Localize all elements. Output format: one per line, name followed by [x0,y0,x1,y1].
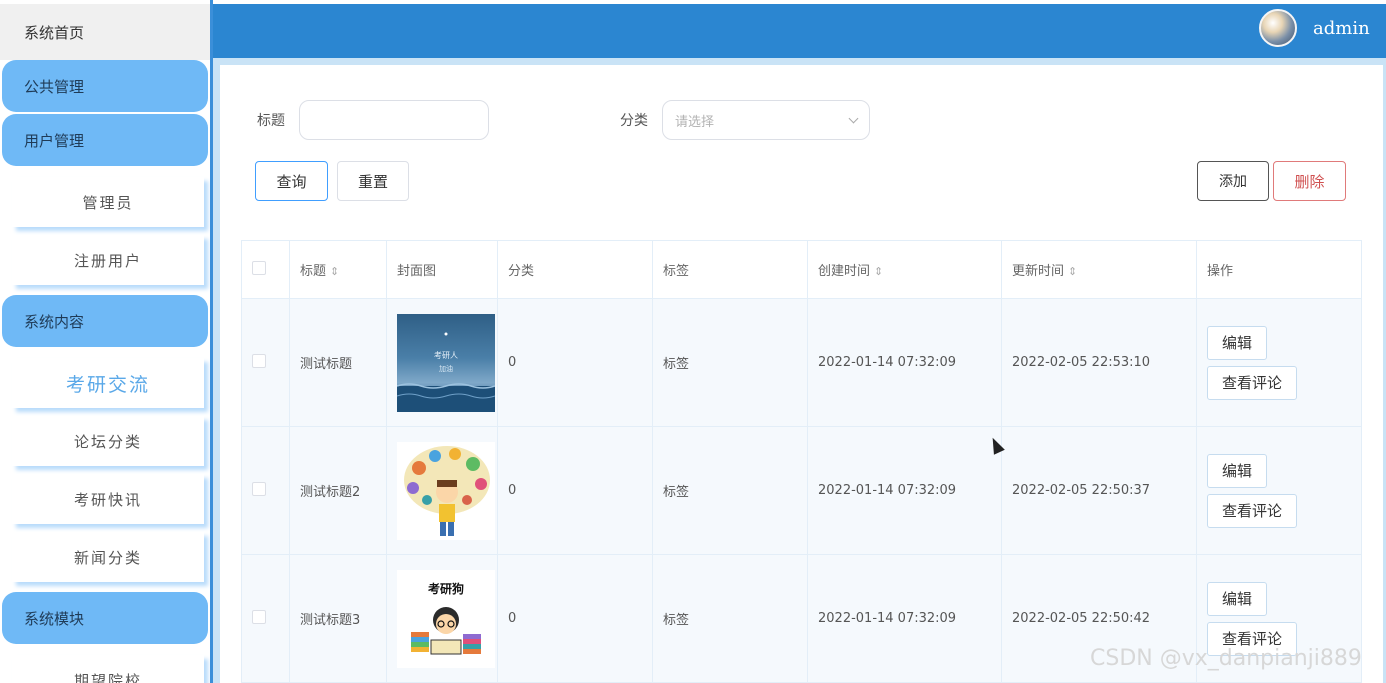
sidebar-item-registered-users[interactable]: 注册用户 [12,235,204,285]
row-title: 测试标题2 [289,426,387,555]
row-tags: 标签 [652,298,808,427]
header-tags: 标签 [652,240,808,299]
row-category: 0 [497,554,653,683]
header-title[interactable]: 标题 ⇕ [289,240,387,299]
sidebar-item-forum-category[interactable]: 论坛分类 [12,416,204,466]
reset-button[interactable]: 重置 [337,161,409,201]
header-actions: 操作 [1196,240,1362,299]
select-all-checkbox[interactable] [252,260,266,275]
table-row: 测试标题 考研人 加油 0 标签 2022-01-14 07:32:09 202… [241,298,1362,427]
sidebar-item-admin[interactable]: 管理员 [12,177,204,227]
row-title: 测试标题3 [289,554,387,683]
sidebar-group-module[interactable]: 系统模块 [2,592,208,644]
row-tags: 标签 [652,426,808,555]
sidebar-item-target-school[interactable]: 期望院校 [12,655,204,683]
title-search-input[interactable] [299,100,489,140]
row-cover: 考研人 加油 [386,298,498,427]
delete-button[interactable]: 删除 [1273,161,1346,201]
header-created[interactable]: 创建时间 ⇕ [807,240,1002,299]
category-select[interactable]: 请选择 [662,100,870,140]
watermark: CSDN @vx_danpianji889 [1090,646,1362,671]
chevron-down-icon [848,113,859,124]
sidebar-group-public[interactable]: 公共管理 [2,60,208,112]
table-row: 测试标题2 0 标签 2022-01-14 07:32:09 2022-02-0… [241,426,1362,555]
row-tags: 标签 [652,554,808,683]
top-header: admin [213,4,1386,58]
sidebar-item-news-category[interactable]: 新闻分类 [12,532,204,582]
row-category: 0 [497,426,653,555]
content-panel: 标题 分类 请选择 查询 重置 添加 删除 标题 ⇕ 封面图 分类 标签 创建时… [220,65,1383,683]
sort-icon[interactable]: ⇕ [874,265,883,278]
row-created: 2022-01-14 07:32:09 [807,554,1002,683]
header-category: 分类 [497,240,653,299]
row-select-cell[interactable] [241,426,290,555]
sea-wave-graphic [397,332,495,412]
header-updated-label: 更新时间 [1012,264,1065,279]
sidebar-group-content[interactable]: 系统内容 [2,295,208,347]
sort-icon[interactable]: ⇕ [1068,265,1077,278]
data-table: 标题⇕ 封面图 分类 标签 创建时间⇕ 更新时间⇕ 操作 测试标题 考研人 [241,240,1362,683]
sidebar-item-news-flash[interactable]: 考研快讯 [12,474,204,524]
sidebar-home[interactable]: 系统首页 [0,4,210,60]
username[interactable]: admin [1313,18,1370,39]
row-checkbox[interactable] [252,481,266,496]
row-updated: 2022-02-05 22:53:10 [1001,298,1197,427]
title-search-label: 标题 [257,113,285,129]
studying-student-illustration [411,606,481,654]
table-header-row: 标题 ⇕ 封面图 分类 标签 创建时间 ⇕ 更新时间 ⇕ 操作 [241,240,1362,299]
thinking-student-illustration [404,445,490,536]
cover-image: 考研狗 [397,569,495,668]
sidebar-group-user[interactable]: 用户管理 [2,114,208,166]
view-comments-button[interactable]: 查看评论 [1207,365,1298,400]
header-title-label: 标题 [300,264,327,279]
category-label: 分类 [620,113,648,129]
view-comments-button[interactable]: 查看评论 [1207,493,1298,528]
main-area: 标题 分类 请选择 查询 重置 添加 删除 标题 ⇕ 封面图 分类 标签 创建时… [213,58,1386,683]
add-button[interactable]: 添加 [1197,161,1269,201]
row-checkbox[interactable] [252,353,266,368]
edit-button[interactable]: 编辑 [1207,453,1268,488]
row-cover [386,426,498,555]
sidebar-item-exchange[interactable]: 考研交流 [12,358,204,408]
cover-image: 考研人 加油 [397,313,495,412]
sort-icon[interactable]: ⇕ [330,265,339,278]
row-select-cell[interactable] [241,298,290,427]
header-select-all[interactable] [241,240,290,299]
row-updated: 2022-02-05 22:50:37 [1001,426,1197,555]
row-category: 0 [497,298,653,427]
avatar[interactable] [1259,9,1297,47]
header-cover: 封面图 [386,240,498,299]
query-button[interactable]: 查询 [255,161,328,201]
row-actions: 编辑 查看评论 [1196,426,1362,555]
cover-image [397,441,495,540]
row-actions: 编辑 查看评论 [1196,298,1362,427]
sidebar: 系统首页 公共管理 用户管理 管理员 注册用户 系统内容 考研交流 论坛分类 考… [0,0,213,683]
category-placeholder: 请选择 [675,114,715,130]
header-created-label: 创建时间 [818,264,871,279]
row-title: 测试标题 [289,298,387,427]
row-cover: 考研狗 [386,554,498,683]
row-created: 2022-01-14 07:32:09 [807,298,1002,427]
row-select-cell[interactable] [241,554,290,683]
row-created: 2022-01-14 07:32:09 [807,426,1002,555]
header-updated[interactable]: 更新时间 ⇕ [1001,240,1197,299]
edit-button[interactable]: 编辑 [1207,325,1268,360]
edit-button[interactable]: 编辑 [1207,581,1268,616]
row-checkbox[interactable] [252,609,266,624]
